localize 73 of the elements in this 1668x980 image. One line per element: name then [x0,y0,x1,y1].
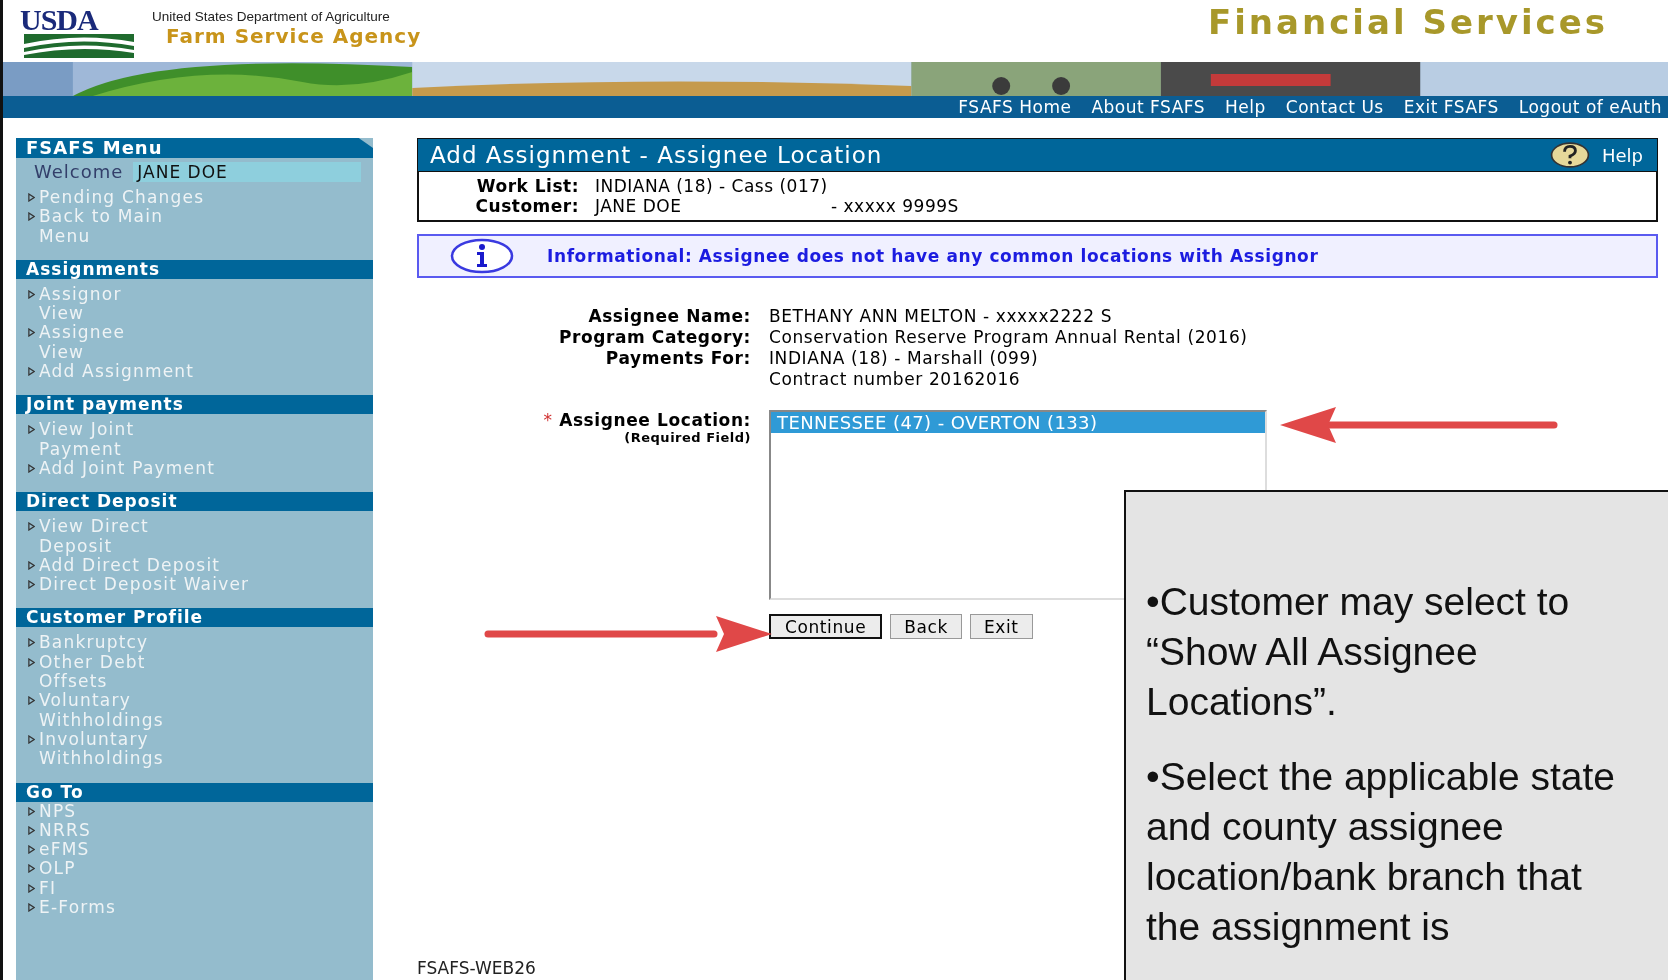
triangle-icon [28,328,35,338]
field-hint: (Required Field) [624,430,751,445]
menu-link[interactable]: Assignee View [39,323,126,363]
menu-link[interactable]: Add Joint Payment [39,458,216,479]
menu-link[interactable]: Other Debt Offsets [39,652,146,692]
menu-link[interactable]: View Joint Payment [39,420,135,459]
nav-link[interactable]: Exit FSAFS [1403,97,1499,117]
callout-text: •Select the applicable state and county assignee location/bank branch that the assignment is [1146,754,1616,950]
menu-link[interactable]: E-Forms [39,898,116,918]
menu-link[interactable]: FI [39,878,57,898]
list-option[interactable]: TENNESSEE (47) - OVERTON (133) [771,412,1265,433]
field-value: JANE DOE [595,196,683,216]
required-mark: * [543,410,553,430]
triangle-icon [28,734,35,744]
field-label: Assignee Location: [559,410,751,430]
menu-link[interactable]: Add Assignment [39,362,195,382]
triangle-icon [28,289,35,299]
field-value: BETHANY ANN MELTON - xxxxx2222 S [769,306,1113,327]
triangle-icon [28,425,35,435]
menu-link[interactable]: Pending Changes [39,188,205,208]
nav-link[interactable]: Help [1225,97,1266,117]
info-message: Informational: Assignee does not have any common locations with Assignor [547,246,1319,266]
department-name: United States Department of Agriculture [152,9,391,24]
menu-link[interactable]: Assignor View [39,284,122,324]
triangle-icon [28,696,35,706]
info-icon [449,238,515,274]
menu-link[interactable]: Add Direct Deposit [39,555,221,576]
form-button[interactable]: Exit [969,614,1033,639]
menu-link[interactable]: NRRS [39,820,91,841]
usda-logo: USDA [20,6,138,58]
page-title: Add Assignment - Assignee Location [430,142,883,168]
field-value: Contract number 20162016 [769,369,1022,390]
nav-link[interactable]: FSAFS Home [958,97,1072,117]
sidebar-title: FSAFS Menu [16,138,373,158]
triangle-icon [28,522,35,532]
user-name: JANE DOE [133,161,361,182]
menu-link[interactable]: Voluntary Withholdings [39,691,164,730]
field-value: - xxxxx 9999S [831,196,959,216]
field-label: Customer: [474,196,579,216]
field-label: Payments For: [604,348,751,370]
form-button[interactable]: Back [890,614,962,639]
field-value: Conservation Reserve Program Annual Rental (2016) [769,327,1248,348]
section-heading: Customer Profile [16,608,373,628]
help-link[interactable]: Help [1549,142,1643,168]
field-label: Program Category: [557,327,751,348]
page-code: FSAFS-WEB26 [417,958,537,978]
field-label: Work List: [475,176,579,196]
site-title: Financial Services [1207,1,1608,42]
menu-link[interactable]: Back to Main Menu [39,207,164,246]
menu-link[interactable]: Bankruptcy [39,633,149,653]
agency-name: Farm Service Agency [166,24,422,48]
triangle-icon [28,903,35,912]
section-heading: Direct Deposit [16,492,373,512]
section-heading: Go To [16,782,373,802]
nav-link[interactable]: Contact Us [1285,97,1384,117]
menu-link[interactable]: View Direct Deposit [39,517,149,556]
form-button[interactable]: Continue [769,614,883,639]
triangle-icon [28,367,35,377]
triangle-icon [28,463,35,473]
menu-link[interactable]: NPS [39,801,77,821]
menu-link[interactable]: Direct Deposit Waiver [39,575,250,595]
field-value: INDIANA (18) - Cass (017) [595,176,828,196]
field-value: INDIANA (18) - Marshall (099) [769,348,1039,369]
menu-link[interactable]: OLP [39,859,76,879]
section-heading: Joint payments [16,395,373,415]
triangle-icon [28,193,35,202]
nav-link[interactable]: About FSAFS [1091,97,1206,117]
field-label: Assignee Name: [587,306,751,327]
nav-link[interactable]: Logout of eAuth [1518,97,1662,117]
welcome-label: Welcome [34,161,124,182]
menu-link[interactable]: eFMS [39,840,90,860]
menu-link[interactable]: Involuntary Withholdings [39,729,164,769]
section-heading: Assignments [16,259,373,279]
